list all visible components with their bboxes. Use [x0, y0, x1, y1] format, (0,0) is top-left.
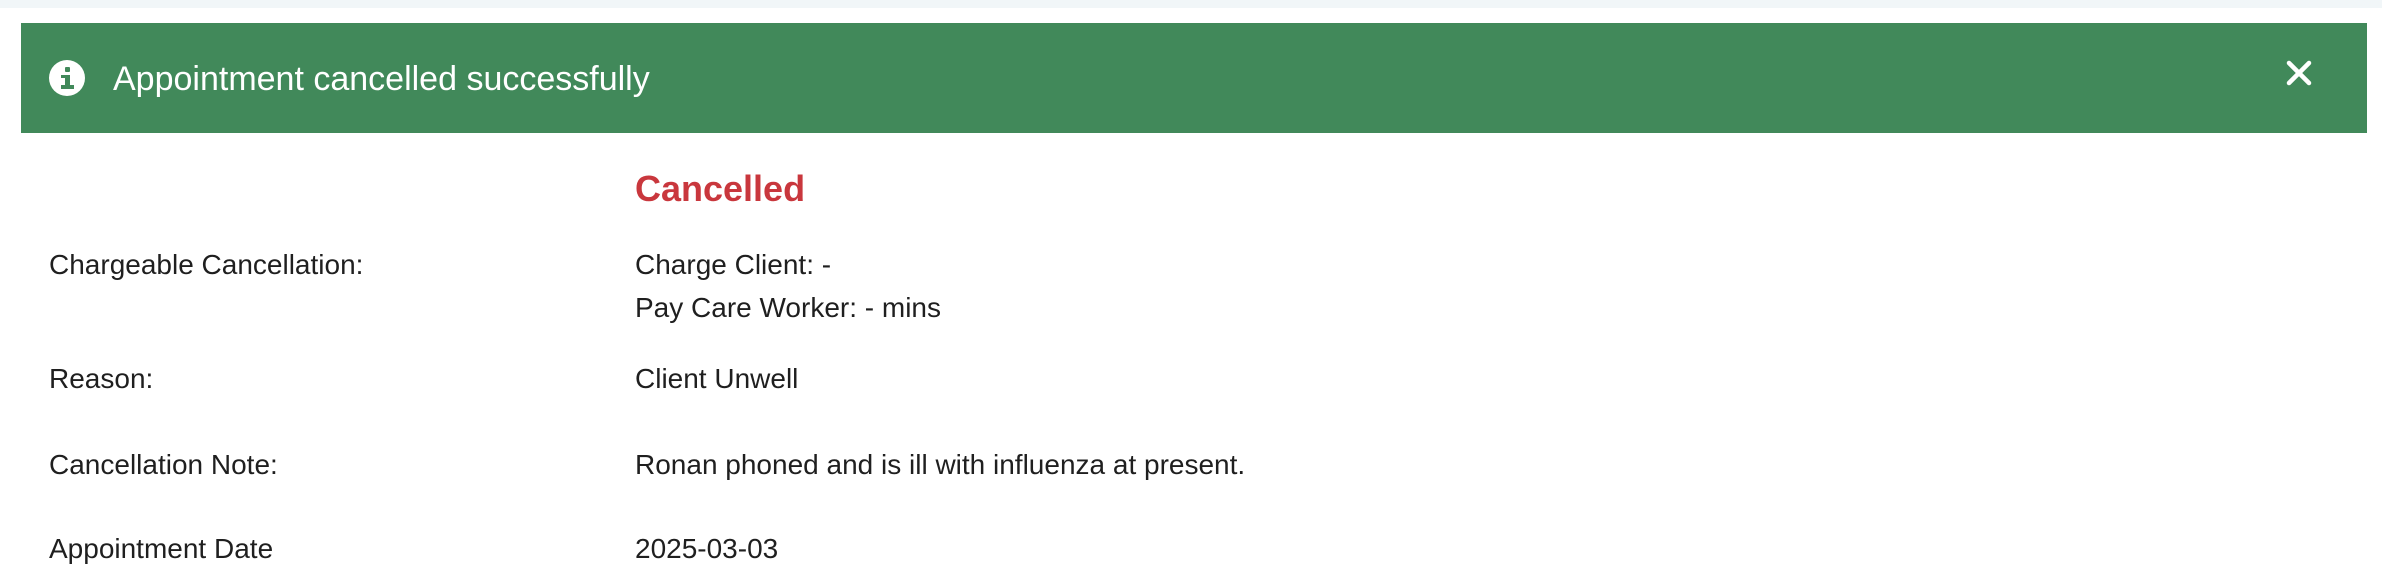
status-badge: Cancelled [635, 168, 806, 209]
reason-value: Client Unwell [635, 363, 799, 394]
top-strip [0, 0, 2382, 8]
success-alert: Appointment cancelled successfully [21, 23, 2367, 133]
appointment-date-value: 2025-03-03 [635, 533, 779, 564]
pay-care-worker-value: Pay Care Worker: - mins [635, 292, 941, 323]
chargeable-cancellation-label: Chargeable Cancellation: [49, 249, 364, 280]
reason-label: Reason: [49, 363, 154, 394]
appointment-date-label: Appointment Date [49, 533, 274, 564]
charge-client-value: Charge Client: - [635, 249, 832, 280]
close-icon[interactable] [2279, 53, 2319, 93]
alert-message: Appointment cancelled successfully [113, 60, 650, 98]
info-icon [49, 60, 85, 96]
cancellation-note-label: Cancellation Note: [49, 449, 278, 480]
cancellation-note-value: Ronan phoned and is ill with influenza a… [635, 449, 1246, 480]
